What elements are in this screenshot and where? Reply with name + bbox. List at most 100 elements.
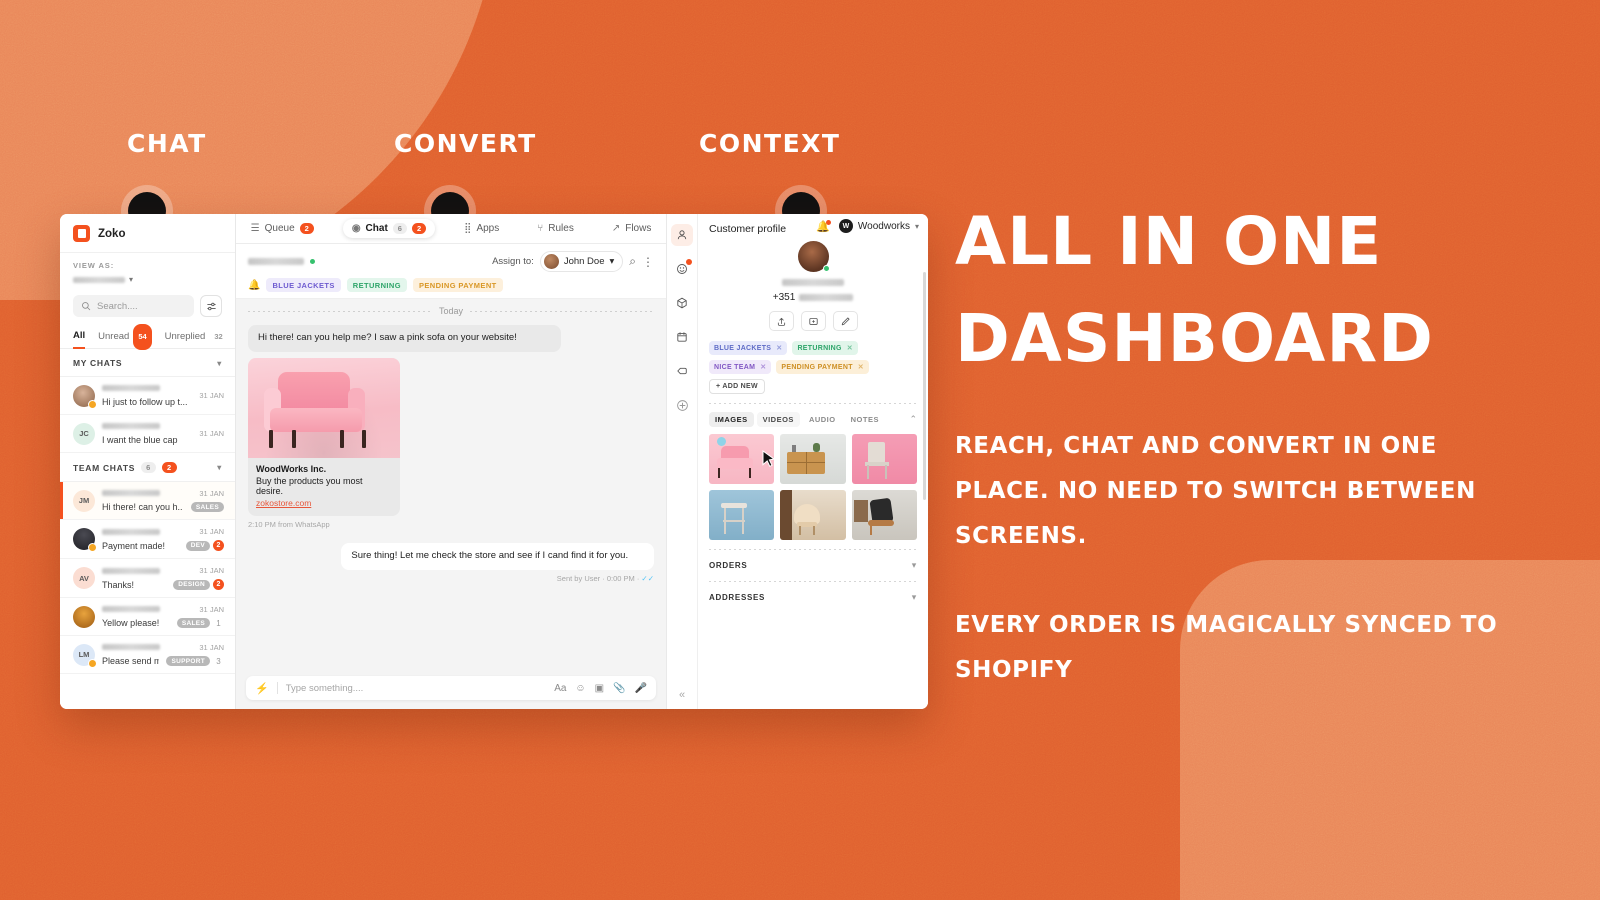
gallery-item-blue-stool[interactable] — [709, 490, 775, 540]
context-panel: « Customer profile +351 BLUE JACKETS ✕ R… — [666, 214, 928, 709]
message-meta-text: Sent by User · 0:00 PM · — [556, 573, 640, 583]
bell-mute-icon[interactable]: 🔔 — [248, 280, 260, 291]
chat-tag: SUPPORT — [166, 656, 210, 666]
chat-list-item[interactable]: JM Hi there! can you h.. 31 JAN SALES — [60, 482, 235, 520]
view-as-selector[interactable]: ▾ — [73, 275, 222, 284]
contact-name-redacted — [102, 567, 160, 574]
more-vertical-icon[interactable]: ⋮ — [642, 255, 654, 269]
tab-unread[interactable]: Unread 54 — [98, 323, 152, 350]
avatar — [73, 384, 97, 409]
media-tabs: IMAGES VIDEOS AUDIO NOTES ⌃ — [709, 404, 917, 434]
remove-tag-icon[interactable]: ✕ — [760, 363, 766, 371]
conversation-chip[interactable]: RETURNING — [346, 278, 407, 292]
section-orders[interactable]: ORDERS ▾ — [709, 550, 917, 581]
remove-tag-icon[interactable]: ✕ — [847, 344, 853, 352]
remove-tag-icon[interactable]: ✕ — [858, 363, 864, 371]
plus-icon[interactable] — [671, 394, 693, 416]
package-icon[interactable] — [671, 292, 693, 314]
assignee-dropdown[interactable]: John Doe ▾ — [539, 251, 624, 272]
gallery-item-rattan-chair[interactable] — [780, 490, 846, 540]
text-format-icon[interactable]: Aa — [554, 683, 566, 694]
search-input[interactable]: Search.... — [73, 295, 194, 317]
nav-item-queue[interactable]: ☰ Queue 2 — [242, 219, 323, 238]
chat-tag: DEV — [185, 540, 210, 551]
chat-list-item[interactable]: LM Please send me t... 31 JAN SUPPORT 3 — [60, 636, 235, 674]
gallery-item-black-lounge-chair[interactable] — [851, 490, 917, 540]
tab-unreplied-count: 32 — [214, 331, 223, 341]
chevron-down-icon: ▾ — [609, 256, 615, 267]
customer-tag[interactable]: BLUE JACKETS ✕ — [709, 341, 788, 355]
callout-label-chat: CHAT — [127, 129, 207, 158]
share-icon[interactable] — [768, 311, 794, 331]
customer-tag[interactable]: RETURNING ✕ — [792, 341, 858, 355]
nav-item-rules[interactable]: ⑂ Rules — [528, 219, 583, 238]
filter-sliders-icon[interactable] — [200, 295, 222, 317]
customer-tag[interactable]: NICE TEAM ✕ — [709, 360, 772, 374]
team-chats-unread: 2 — [161, 462, 177, 473]
chat-list-item[interactable]: AV Thanks! 31 JAN DESIGN 2 — [60, 559, 235, 598]
chevron-up-icon[interactable]: ⌃ — [909, 414, 917, 425]
chat-list-item[interactable]: Hi just to follow up t... 31 JAN — [60, 377, 235, 415]
context-scrollbar[interactable] — [923, 272, 926, 665]
customer-tag[interactable]: PENDING PAYMENT ✕ — [776, 360, 869, 374]
gallery-item-pink-folding-chair[interactable] — [851, 434, 917, 484]
tab-unreplied[interactable]: Unreplied 32 — [165, 325, 228, 349]
template-icon[interactable]: ▣ — [595, 683, 604, 694]
edit-icon[interactable] — [832, 311, 858, 331]
avatar-initials: JM — [78, 496, 90, 505]
nav-item-chat[interactable]: ◉ Chat 6 2 — [342, 219, 436, 238]
chat-date: 31 JAN — [199, 566, 224, 575]
gallery-item-wooden-sideboard[interactable] — [780, 434, 846, 484]
phone-prefix: +351 — [772, 292, 796, 303]
search-row: Search.... — [60, 288, 235, 325]
chat-list-item[interactable]: JC I want the blue cap 31 JAN — [60, 415, 235, 453]
lightning-icon[interactable]: ⚡ — [255, 682, 269, 695]
chat-list-item[interactable]: Payment made! 31 JAN DEV 2 — [60, 520, 235, 559]
remove-tag-icon[interactable]: ✕ — [776, 344, 782, 352]
conversation-chip[interactable]: PENDING PAYMENT — [412, 278, 503, 292]
search-icon[interactable]: ⌕ — [629, 254, 636, 269]
conversation-chip[interactable]: BLUE JACKETS — [266, 278, 341, 292]
view-as-block: VIEW AS: ▾ — [60, 252, 235, 288]
message-meta-outgoing: Sent by User · 0:00 PM · ✓✓ — [248, 574, 654, 583]
chevrons-left-icon[interactable]: « — [679, 689, 685, 701]
attachment-icon[interactable]: 📎 — [613, 683, 625, 694]
product-card-link[interactable]: zokostore.com — [256, 498, 392, 508]
product-card-message[interactable]: WoodWorks Inc. Buy the products you most… — [248, 357, 400, 516]
contact-name-redacted — [102, 490, 160, 496]
message-composer[interactable]: ⚡ Type something.... Aa ☺ ▣ 📎 🎤 — [246, 676, 656, 700]
view-as-value-redacted — [73, 276, 125, 283]
tab-all[interactable]: All — [73, 325, 86, 349]
workspace-selector[interactable]: W Woodworks ▾ — [838, 219, 919, 233]
view-as-label: VIEW AS: — [73, 261, 115, 270]
media-tab-videos[interactable]: VIDEOS — [756, 412, 800, 427]
customer-profile: +351 — [709, 241, 917, 331]
tab-all-label: All — [73, 329, 86, 341]
search-placeholder: Search.... — [97, 300, 138, 312]
chat-list-item[interactable]: Yellow please! 31 JAN SALES 1 — [60, 598, 235, 636]
person-icon[interactable] — [671, 224, 693, 246]
bell-icon[interactable]: 🔔 — [816, 219, 831, 233]
composer-input[interactable]: Type something.... — [286, 683, 546, 694]
add-tag-button[interactable]: + ADD NEW — [709, 379, 765, 394]
filter-tabs: All Unread 54 Unreplied 32 — [60, 323, 235, 350]
section-addresses[interactable]: ADDRESSES ▾ — [709, 582, 917, 613]
product-card-subtitle: Buy the products you most desire. — [256, 475, 363, 496]
tag-icon[interactable] — [671, 360, 693, 382]
group-header-my-chats[interactable]: MY CHATS ▾ — [60, 349, 235, 377]
add-note-icon[interactable] — [800, 311, 826, 331]
media-tab-audio[interactable]: AUDIO — [803, 412, 842, 427]
smiley-icon[interactable] — [671, 258, 693, 280]
mic-icon[interactable]: 🎤 — [635, 683, 647, 694]
group-header-team-chats[interactable]: TEAM CHATS 6 2 ▾ — [60, 453, 235, 482]
nav-item-apps[interactable]: ⣿ Apps — [455, 219, 508, 238]
emoji-icon[interactable]: ☺ — [575, 683, 585, 694]
app-window: Zoko VIEW AS: ▾ Search.... All Unread 54… — [60, 214, 928, 709]
assign-control: Assign to: John Doe ▾ ⌕ ⋮ — [492, 251, 654, 272]
media-tab-images[interactable]: IMAGES — [709, 412, 754, 427]
nav-item-flows[interactable]: ↗ Flows — [603, 219, 661, 238]
product-card-title: WoodWorks Inc. — [256, 463, 327, 474]
calendar-icon[interactable] — [671, 326, 693, 348]
media-tab-notes[interactable]: NOTES — [845, 412, 885, 427]
media-gallery — [709, 434, 917, 540]
